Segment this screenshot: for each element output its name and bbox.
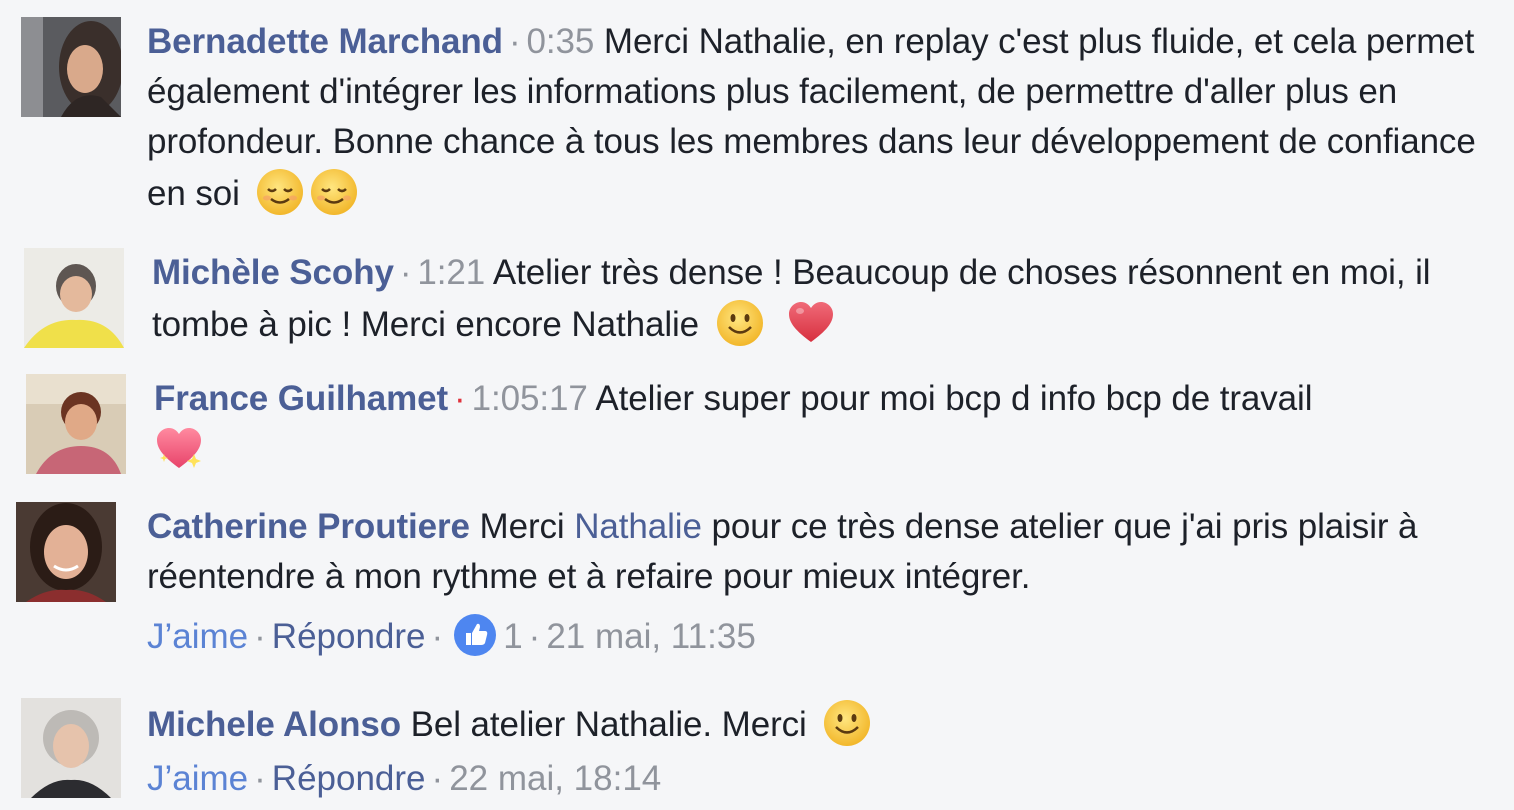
separator: · (528, 617, 541, 656)
timestamp[interactable]: 1:05:17 (472, 379, 588, 418)
comment-body: Michele Alonso Bel atelier Nathalie. Mer… (147, 698, 1467, 750)
separator: · (431, 759, 444, 798)
separator: · (508, 22, 521, 61)
smiling-face-icon (822, 698, 872, 748)
comment-text: Atelier super pour moi bcp d info bcp de… (595, 379, 1313, 418)
separator: · (399, 253, 412, 292)
avatar-photo-icon (26, 374, 126, 474)
like-count[interactable]: 1 (503, 617, 522, 656)
comment-actions: J’aime · Répondre · 1 · 21 mai, 11:35 (147, 612, 756, 662)
separator: · (431, 617, 444, 656)
avatar[interactable] (26, 374, 126, 474)
avatar[interactable] (16, 502, 116, 602)
comment-actions: J’aime · Répondre · 22 mai, 18:14 (147, 754, 661, 804)
thumbs-up-icon[interactable] (453, 613, 497, 657)
relieved-face-icon (309, 167, 359, 217)
like-button[interactable]: J’aime (147, 617, 248, 656)
avatar-photo-icon (16, 502, 116, 602)
timestamp[interactable]: 1:21 (417, 253, 485, 292)
author-name[interactable]: Michèle Scohy (152, 253, 394, 292)
separator: · (254, 617, 266, 656)
avatar-photo-icon (21, 698, 121, 798)
reply-button[interactable]: Répondre (272, 617, 426, 656)
author-name[interactable]: Bernadette Marchand (147, 22, 503, 61)
comment-text: Bel atelier Nathalie. Merci (410, 705, 807, 744)
clipped-text-fragment (140, 224, 600, 232)
relieved-face-icon (255, 167, 305, 217)
avatar-photo-icon (24, 248, 124, 348)
comment-body: Bernadette Marchand · 0:35 Merci Nathalie,… (147, 17, 1487, 219)
author-name[interactable]: France Guilhamet (154, 379, 448, 418)
author-name[interactable]: Michele Alonso (147, 705, 401, 744)
avatar-photo-icon (21, 17, 121, 117)
comment-body: France Guilhamet · 1:05:17 Atelier super p… (154, 374, 1474, 476)
red-heart-icon (786, 298, 836, 348)
avatar[interactable] (24, 248, 124, 348)
comment-text-before: Merci (479, 507, 565, 546)
comment-date[interactable]: 21 mai, 11:35 (546, 617, 756, 656)
comment-body: Catherine Proutiere Merci Nathalie pour … (147, 502, 1467, 602)
avatar[interactable] (21, 17, 121, 117)
separator: · (254, 759, 266, 798)
comment-body: Michèle Scohy · 1:21 Atelier très dense ! … (152, 248, 1492, 350)
comment-date[interactable]: 22 mai, 18:14 (449, 759, 661, 798)
separator: · (454, 379, 466, 418)
like-button[interactable]: J’aime (147, 759, 248, 798)
reply-button[interactable]: Répondre (272, 759, 426, 798)
sparkling-heart-icon (154, 424, 204, 474)
mention-link[interactable]: Nathalie (574, 507, 702, 546)
avatar[interactable] (21, 698, 121, 798)
author-name[interactable]: Catherine Proutiere (147, 507, 470, 546)
timestamp[interactable]: 0:35 (527, 22, 595, 61)
smiling-face-icon (715, 298, 765, 348)
